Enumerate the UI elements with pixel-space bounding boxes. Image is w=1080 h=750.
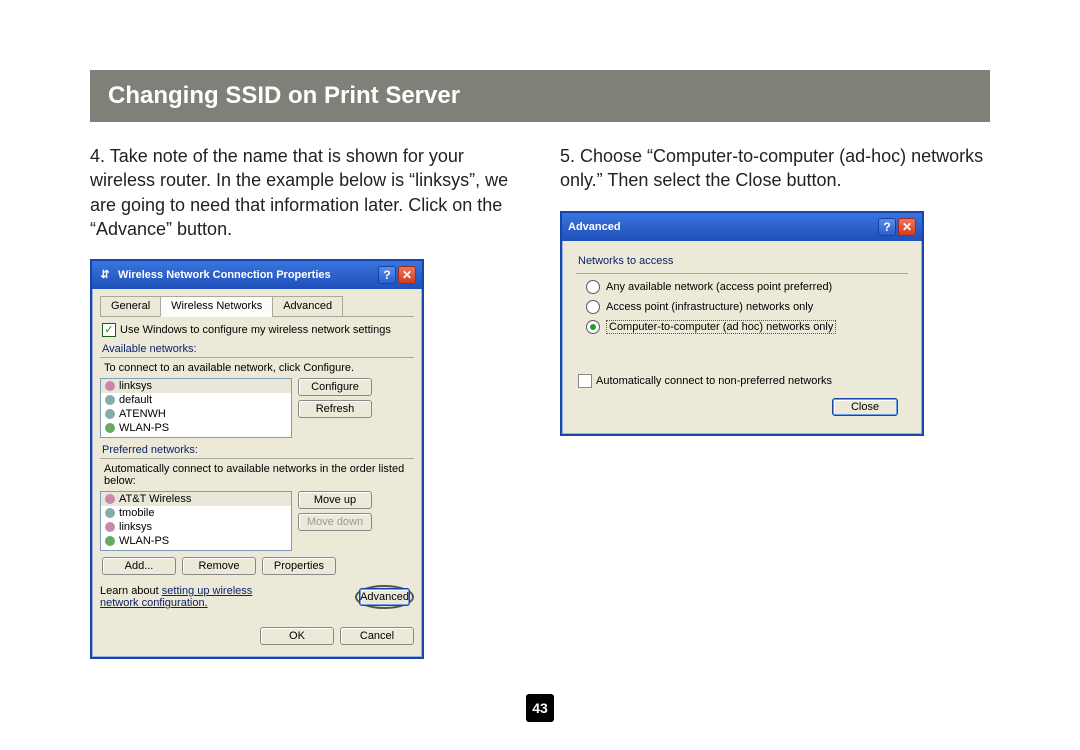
move-down-button[interactable]: Move down xyxy=(298,513,372,531)
adhoc-icon xyxy=(105,423,115,433)
step-4-text: 4. Take note of the name that is shown f… xyxy=(90,144,520,241)
advanced-button[interactable]: Advanced xyxy=(359,588,410,606)
available-networks-list[interactable]: linksys default ATENWH WLAN-PS xyxy=(100,378,292,438)
radio-label: Access point (infrastructure) networks o… xyxy=(606,301,813,313)
tab-strip: General Wireless Networks Advanced xyxy=(100,295,414,317)
networks-to-access-label: Networks to access xyxy=(578,255,908,267)
network-icon: ⇵ xyxy=(98,268,112,282)
radio-adhoc[interactable]: Computer-to-computer (ad hoc) networks o… xyxy=(586,320,906,334)
preferred-networks-list[interactable]: AT&T Wireless tmobile linksys WLAN-PS xyxy=(100,491,292,551)
use-windows-label: Use Windows to configure my wireless net… xyxy=(120,324,391,336)
tab-general[interactable]: General xyxy=(100,296,161,317)
signal-icon xyxy=(105,381,115,391)
radio-access-point[interactable]: Access point (infrastructure) networks o… xyxy=(586,300,906,314)
page-number: 43 xyxy=(526,694,554,722)
tab-wireless-networks[interactable]: Wireless Networks xyxy=(160,296,273,317)
close-button[interactable]: Close xyxy=(832,398,898,416)
signal-icon xyxy=(105,508,115,518)
radio-label: Any available network (access point pref… xyxy=(606,281,832,293)
configure-button[interactable]: Configure xyxy=(298,378,372,396)
close-icon[interactable]: ✕ xyxy=(898,218,916,236)
step-5-text: 5. Choose “Computer-to-computer (ad-hoc)… xyxy=(560,144,990,193)
list-item[interactable]: WLAN-PS xyxy=(101,421,291,435)
advanced-highlight-circle: Advanced xyxy=(355,585,414,609)
list-item[interactable]: tmobile xyxy=(101,506,291,520)
remove-button[interactable]: Remove xyxy=(182,557,256,575)
list-item[interactable]: AT&T Wireless xyxy=(101,492,291,506)
slide-title: Changing SSID on Print Server xyxy=(90,70,990,122)
list-item[interactable]: ATENWH xyxy=(101,407,291,421)
signal-icon xyxy=(105,409,115,419)
dialog-title: Advanced xyxy=(568,221,621,233)
cancel-button[interactable]: Cancel xyxy=(340,627,414,645)
help-icon[interactable]: ? xyxy=(878,218,896,236)
help-icon[interactable]: ? xyxy=(378,266,396,284)
radio-icon xyxy=(586,320,600,334)
radio-icon xyxy=(586,280,600,294)
move-up-button[interactable]: Move up xyxy=(298,491,372,509)
signal-icon xyxy=(105,522,115,532)
dialog-title: Wireless Network Connection Properties xyxy=(118,269,331,281)
radio-label: Computer-to-computer (ad hoc) networks o… xyxy=(606,320,836,334)
wireless-properties-dialog: ⇵ Wireless Network Connection Properties… xyxy=(90,259,424,659)
list-item[interactable]: linksys xyxy=(101,379,291,393)
advanced-dialog: Advanced ? ✕ Networks to access Any avai… xyxy=(560,211,924,436)
checkmark-icon: ✓ xyxy=(102,323,116,337)
available-help-text: To connect to an available network, clic… xyxy=(104,362,414,374)
refresh-button[interactable]: Refresh xyxy=(298,400,372,418)
checkbox-icon: ✓ xyxy=(578,374,592,388)
list-item[interactable]: default xyxy=(101,393,291,407)
properties-button[interactable]: Properties xyxy=(262,557,336,575)
learn-text: Learn about xyxy=(100,585,162,597)
ok-button[interactable]: OK xyxy=(260,627,334,645)
list-item[interactable]: WLAN-PS xyxy=(101,534,291,548)
list-item[interactable]: linksys xyxy=(101,520,291,534)
adhoc-icon xyxy=(105,536,115,546)
use-windows-checkbox[interactable]: ✓ Use Windows to configure my wireless n… xyxy=(102,323,412,337)
close-icon[interactable]: ✕ xyxy=(398,266,416,284)
preferred-help-text: Automatically connect to available netwo… xyxy=(104,463,414,487)
add-button[interactable]: Add... xyxy=(102,557,176,575)
signal-icon xyxy=(105,395,115,405)
auto-connect-checkbox[interactable]: ✓ Automatically connect to non-preferred… xyxy=(578,374,906,388)
radio-any-network[interactable]: Any available network (access point pref… xyxy=(586,280,906,294)
available-networks-label: Available networks: xyxy=(102,343,414,355)
tab-advanced[interactable]: Advanced xyxy=(272,296,343,317)
dialog-titlebar[interactable]: ⇵ Wireless Network Connection Properties… xyxy=(92,261,422,289)
preferred-networks-label: Preferred networks: xyxy=(102,444,414,456)
dialog-titlebar[interactable]: Advanced ? ✕ xyxy=(562,213,922,241)
signal-icon xyxy=(105,494,115,504)
radio-icon xyxy=(586,300,600,314)
auto-connect-label: Automatically connect to non-preferred n… xyxy=(596,375,832,387)
